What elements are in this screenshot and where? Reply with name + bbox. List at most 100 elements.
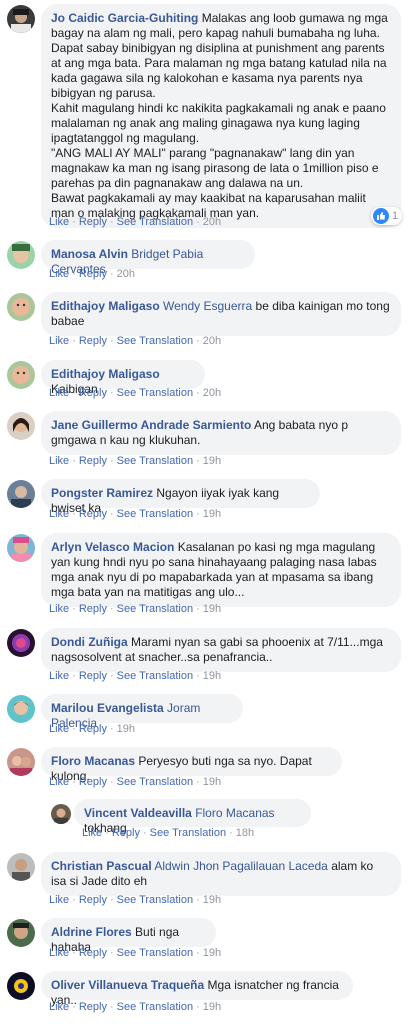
timestamp[interactable]: 19h	[203, 776, 221, 788]
like-button[interactable]: Like	[82, 827, 102, 839]
timestamp[interactable]: 20h	[203, 335, 221, 347]
avatar[interactable]	[7, 853, 35, 881]
comment-author[interactable]: Arlyn Velasco Macion	[51, 540, 174, 554]
comment-actions: Like · Reply · See Translation · 19h	[49, 894, 222, 906]
comment-author[interactable]: Jane Guillermo Andrade Sarmiento	[51, 418, 251, 432]
comment-author[interactable]: Christian Pascual	[51, 859, 152, 873]
see-translation-link[interactable]: See Translation	[117, 387, 193, 399]
comment-author[interactable]: Oliver Villanueva Traqueña	[51, 978, 204, 992]
reply-button[interactable]: Reply	[112, 827, 140, 839]
comment-bubble: Pongster Ramirez Ngayon iiyak iyak kang …	[41, 479, 320, 515]
comment-actions: Like · Reply · 19h	[49, 723, 136, 735]
comment-author[interactable]: Aldrine Flores	[51, 925, 132, 939]
reply-button[interactable]: Reply	[79, 670, 107, 682]
avatar[interactable]	[51, 804, 71, 824]
see-translation-link[interactable]: See Translation	[117, 335, 193, 347]
see-translation-link[interactable]: See Translation	[117, 508, 193, 520]
comment-bubble: Arlyn Velasco Macion Kasalanan po kasi n…	[41, 533, 401, 607]
comment-actions: Like · Reply · See Translation · 19h	[49, 508, 222, 520]
comment-author[interactable]: Floro Macanas	[51, 754, 135, 768]
timestamp[interactable]: 19h	[203, 603, 221, 615]
comment-bubble: Jane Guillermo Andrade Sarmiento Ang bab…	[41, 411, 401, 455]
comment-author[interactable]: Dondi Zuñiga	[51, 635, 128, 649]
timestamp[interactable]: 20h	[203, 216, 221, 228]
see-translation-link[interactable]: See Translation	[117, 216, 193, 228]
avatar[interactable]	[7, 919, 35, 947]
timestamp[interactable]: 19h	[117, 723, 135, 735]
comment-author[interactable]: Marilou Evangelista	[51, 701, 164, 715]
see-translation-link[interactable]: See Translation	[150, 827, 226, 839]
comment-thread: Jo Caidic Garcia-Guhiting Malakas ang lo…	[0, 0, 419, 1024]
reaction-count-badge[interactable]: 1	[371, 207, 403, 225]
comment-author[interactable]: Vincent Valdeavilla	[84, 806, 192, 820]
like-button[interactable]: Like	[49, 670, 69, 682]
reply-button[interactable]: Reply	[79, 723, 107, 735]
reply-button[interactable]: Reply	[79, 1001, 107, 1013]
see-translation-link[interactable]: See Translation	[117, 1001, 193, 1013]
like-button[interactable]: Like	[49, 335, 69, 347]
timestamp[interactable]: 20h	[203, 387, 221, 399]
comment-text: Dapat sabay binibigyan ng disiplina at p…	[51, 41, 387, 100]
like-button[interactable]: Like	[49, 776, 69, 788]
comment-author[interactable]: Edithajoy Maligaso	[51, 299, 160, 313]
timestamp[interactable]: 19h	[203, 670, 221, 682]
see-translation-link[interactable]: See Translation	[117, 947, 193, 959]
comment-author[interactable]: Pongster Ramirez	[51, 486, 153, 500]
timestamp[interactable]: 19h	[203, 947, 221, 959]
reply-button[interactable]: Reply	[79, 387, 107, 399]
avatar[interactable]	[7, 480, 35, 508]
like-button[interactable]: Like	[49, 723, 69, 735]
like-button[interactable]: Like	[49, 508, 69, 520]
comment-author[interactable]: Edithajoy Maligaso	[51, 367, 160, 381]
avatar[interactable]	[7, 412, 35, 440]
like-button[interactable]: Like	[49, 216, 69, 228]
reply-button[interactable]: Reply	[79, 776, 107, 788]
like-button[interactable]: Like	[49, 603, 69, 615]
like-button[interactable]: Like	[49, 947, 69, 959]
see-translation-link[interactable]: See Translation	[117, 603, 193, 615]
timestamp[interactable]: 19h	[203, 455, 221, 467]
like-button[interactable]: Like	[49, 268, 69, 280]
reply-button[interactable]: Reply	[79, 894, 107, 906]
avatar[interactable]	[7, 748, 35, 776]
timestamp[interactable]: 20h	[117, 268, 135, 280]
comment-actions: Like · Reply · See Translation · 20h	[49, 335, 222, 347]
timestamp[interactable]: 19h	[203, 508, 221, 520]
see-translation-link[interactable]: See Translation	[117, 670, 193, 682]
reply-button[interactable]: Reply	[79, 335, 107, 347]
comment-author[interactable]: Jo Caidic Garcia-Guhiting	[51, 11, 198, 25]
comment-actions: Like · Reply · See Translation · 20h	[49, 387, 222, 399]
avatar[interactable]	[7, 695, 35, 723]
avatar[interactable]	[7, 629, 35, 657]
avatar[interactable]	[7, 361, 35, 389]
comment-bubble: Jo Caidic Garcia-Guhiting Malakas ang lo…	[41, 4, 401, 228]
timestamp[interactable]: 19h	[203, 894, 221, 906]
like-button[interactable]: Like	[49, 1001, 69, 1013]
reply-button[interactable]: Reply	[79, 216, 107, 228]
tagged-user-link[interactable]: Wendy Esguerra	[163, 299, 252, 313]
comment: Jane Guillermo Andrade Sarmiento Ang bab…	[0, 408, 419, 472]
avatar[interactable]	[7, 972, 35, 1000]
like-button[interactable]: Like	[49, 894, 69, 906]
reply-button[interactable]: Reply	[79, 603, 107, 615]
avatar[interactable]	[7, 293, 35, 321]
reply-button[interactable]: Reply	[79, 455, 107, 467]
reply-comment: Vincent Valdeavilla Floro Macanas tokhan…	[0, 797, 419, 845]
like-button[interactable]: Like	[49, 455, 69, 467]
reply-button[interactable]: Reply	[79, 508, 107, 520]
comment-author[interactable]: Manosa Alvin	[51, 247, 128, 261]
avatar[interactable]	[7, 534, 35, 562]
reaction-count: 1	[392, 210, 399, 222]
tagged-user-link[interactable]: Floro Macanas	[195, 806, 274, 820]
timestamp[interactable]: 19h	[203, 1001, 221, 1013]
reply-button[interactable]: Reply	[79, 947, 107, 959]
reply-button[interactable]: Reply	[79, 268, 107, 280]
avatar[interactable]	[7, 241, 35, 269]
like-button[interactable]: Like	[49, 387, 69, 399]
see-translation-link[interactable]: See Translation	[117, 455, 193, 467]
timestamp[interactable]: 18h	[236, 827, 254, 839]
avatar[interactable]	[7, 5, 35, 33]
tagged-user-link[interactable]: Aldwin Jhon Pagalilauan Laceda	[154, 859, 327, 873]
see-translation-link[interactable]: See Translation	[117, 894, 193, 906]
see-translation-link[interactable]: See Translation	[117, 776, 193, 788]
